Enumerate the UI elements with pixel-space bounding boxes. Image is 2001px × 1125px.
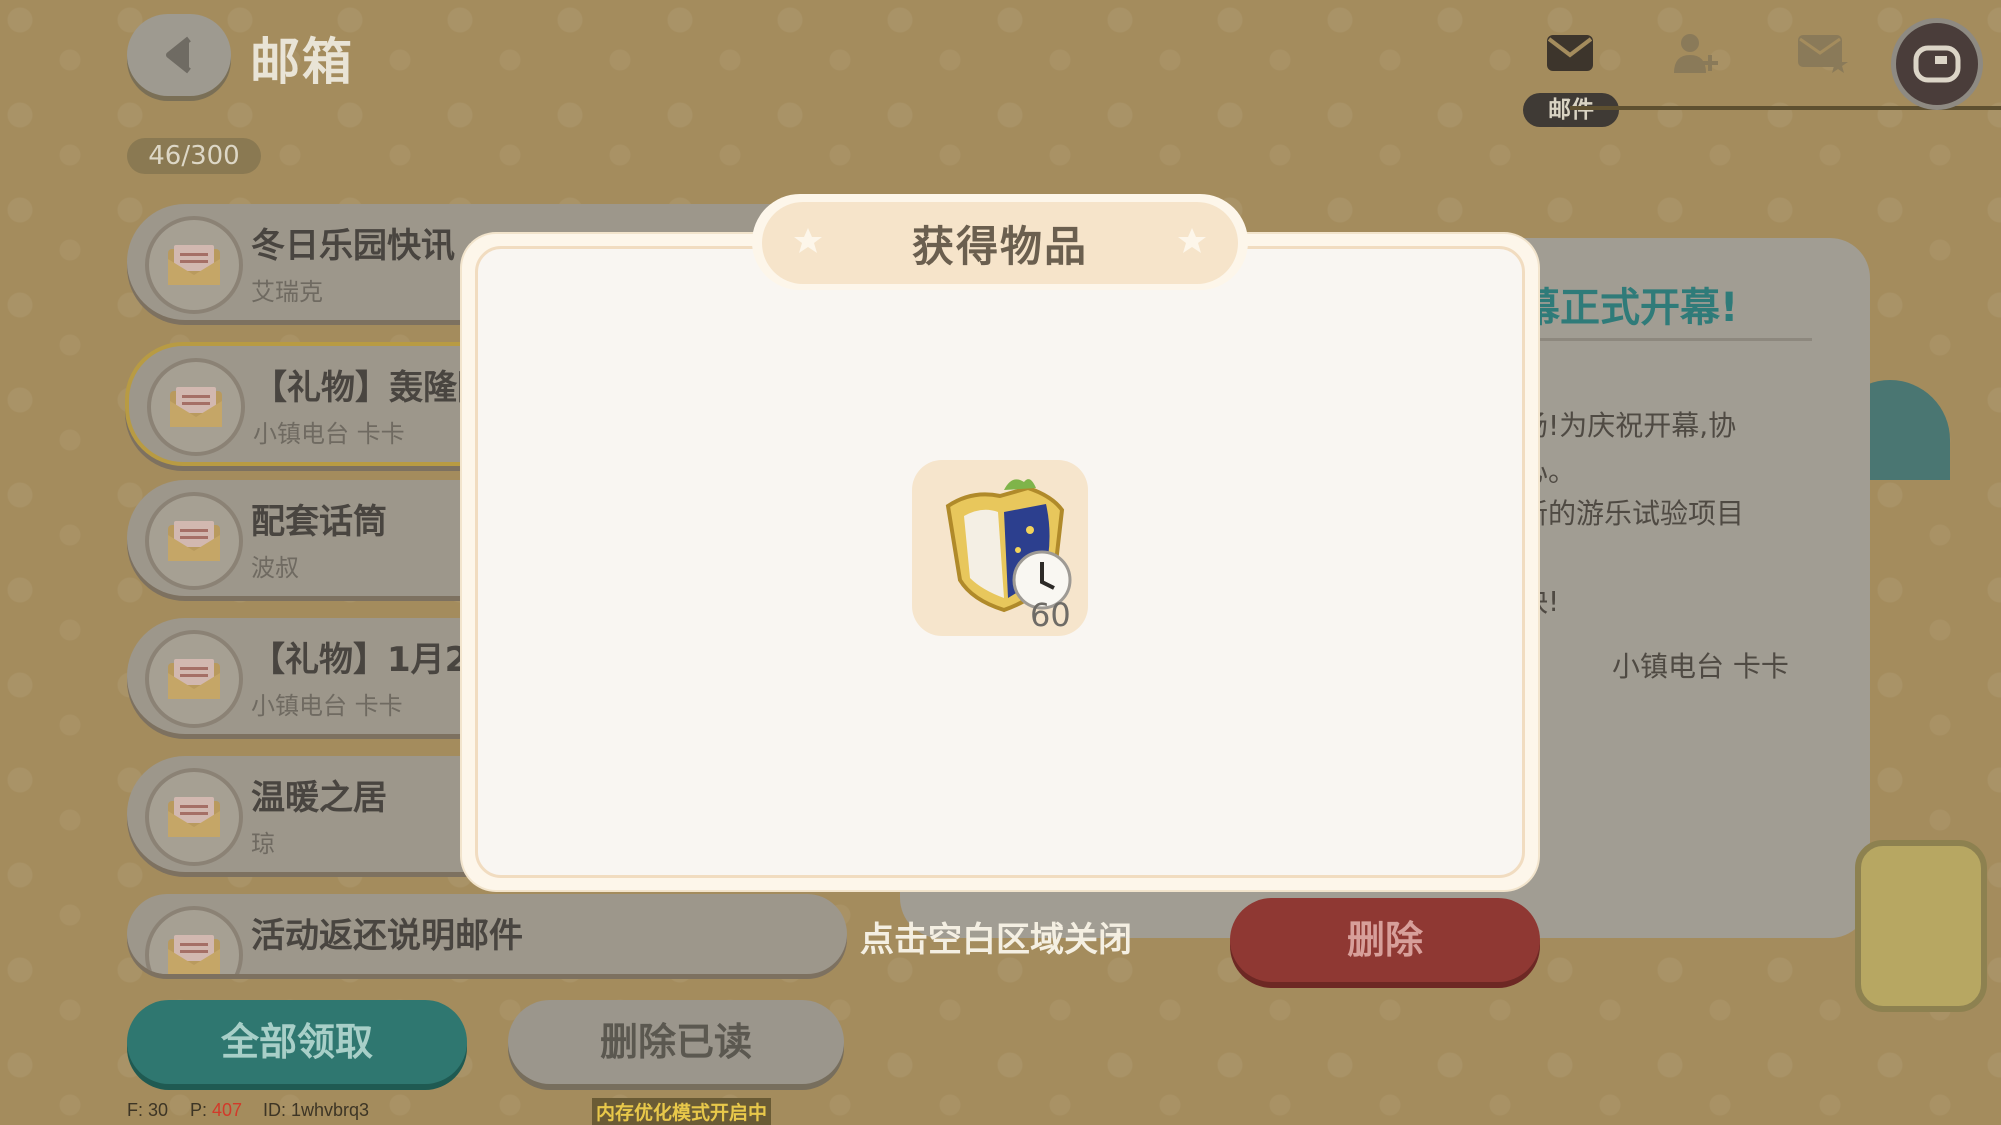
star-icon xyxy=(794,228,822,253)
envelope-icon xyxy=(170,387,222,427)
mail-count-badge: 46/300 xyxy=(127,138,261,174)
mail-tab[interactable] xyxy=(1542,30,1598,76)
fps-readout: F: 30 xyxy=(127,1100,169,1120)
mail-title: 【礼物】1月2 xyxy=(251,640,469,680)
starred-mail-tab[interactable] xyxy=(1794,30,1850,76)
reward-modal-header-inner: 获得物品 xyxy=(762,202,1238,284)
content-divider xyxy=(1520,338,1812,341)
add-friend-icon xyxy=(1674,34,1718,73)
claim-all-button[interactable]: 全部领取 xyxy=(127,1000,467,1084)
envelope-icon xyxy=(168,935,220,974)
close-hint[interactable]: 点击空白区域关闭 xyxy=(860,912,1132,961)
page-title: 邮箱 xyxy=(250,33,354,91)
envelope-avatar xyxy=(147,358,245,456)
envelope-avatar xyxy=(145,216,243,314)
envelope-icon xyxy=(1547,35,1593,71)
profile-button[interactable] xyxy=(1891,18,1983,110)
envelope-avatar xyxy=(145,630,243,728)
envelope-icon xyxy=(168,659,220,699)
memory-mode-badge: 内存优化模式开启中 xyxy=(592,1098,772,1125)
envelope-icon xyxy=(168,521,220,561)
mail-title: 活动返还说明邮件 xyxy=(251,916,523,956)
delete-button[interactable]: 删除 xyxy=(1230,898,1540,982)
reward-quantity: 60 xyxy=(1030,596,1071,634)
mail-sender: 小镇电台 卡卡 xyxy=(251,692,403,720)
mail-sender: 波叔 xyxy=(251,554,299,582)
mail-title: 冬日乐园快讯 · xyxy=(251,226,480,266)
mail-sender: 小镇电台 卡卡 xyxy=(253,420,405,448)
star-icon xyxy=(1178,228,1206,253)
mail-title: 配套话筒 xyxy=(251,502,387,542)
envelope-icon xyxy=(168,797,220,837)
friend-tab[interactable] xyxy=(1668,30,1724,76)
ping-value: 407 xyxy=(212,1100,243,1120)
mail-sender: 琼 xyxy=(251,830,275,858)
tab-mail-label[interactable]: 邮件 xyxy=(1523,93,1619,127)
envelope-avatar xyxy=(145,768,243,866)
star-envelope-icon xyxy=(1798,35,1848,73)
ping-readout: P: 407 xyxy=(190,1100,242,1121)
mailbox-decoration xyxy=(1855,840,1987,1012)
content-line: 新的游乐试验项目 xyxy=(1520,497,1745,530)
mail-title: 温暖之居 xyxy=(251,778,387,818)
envelope-icon xyxy=(168,245,220,285)
back-button[interactable] xyxy=(127,14,231,96)
mail-title: 【礼物】轰隆隆 xyxy=(253,368,491,408)
envelope-avatar xyxy=(145,492,243,590)
back-arrow-icon xyxy=(166,36,191,74)
modal-title: 获得物品 xyxy=(911,221,1088,271)
envelope-avatar xyxy=(145,906,243,974)
content-signature: 小镇电台 卡卡 xyxy=(1612,650,1789,683)
mail-content-title: 幕正式开幕! xyxy=(1520,285,1739,331)
delete-read-button[interactable]: 删除已读 xyxy=(508,1000,844,1084)
ping-label: P: xyxy=(190,1100,208,1120)
user-id: ID: 1whvbrq3 xyxy=(263,1100,370,1120)
mailbox-icon xyxy=(1913,45,1961,83)
content-line: 场!为庆祝开幕,协 xyxy=(1520,409,1737,442)
mail-sender: 艾瑞克 xyxy=(251,278,323,306)
mail-item[interactable]: 活动返还说明邮件 xyxy=(127,894,847,974)
